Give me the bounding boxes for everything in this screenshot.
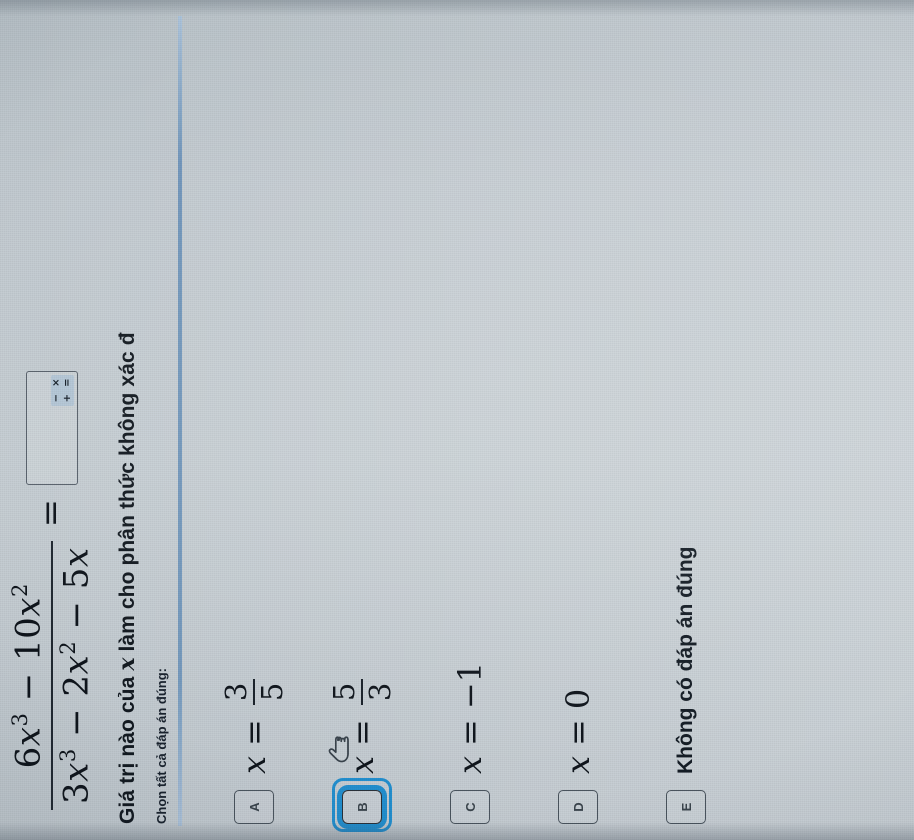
den-operator-2: −	[56, 600, 97, 630]
option-a-fraction: 3 5	[218, 678, 290, 706]
option-d-lhs: x	[559, 755, 598, 774]
option-b-lhs: x	[343, 755, 382, 774]
option-a-numerator: 3	[218, 682, 253, 702]
quiz-screen: 6x3 − 10x2 3x3 − 2x2 − 5x = − × + = Giá …	[0, 0, 914, 840]
option-a-denominator: 5	[255, 682, 290, 702]
den-exp-1: 3	[55, 748, 81, 763]
keypad-times-glyph: ×	[50, 378, 62, 387]
option-b-fraction: 5 3	[326, 678, 398, 706]
fraction-bar	[51, 541, 54, 810]
option-b-denominator: 3	[363, 682, 398, 702]
option-row-a[interactable]: A x = 3 5	[200, 16, 308, 826]
den-operator-1: −	[56, 707, 97, 737]
num-operator: −	[8, 672, 49, 702]
den-exp-2: 2	[55, 640, 81, 655]
num-coef-2: 10	[8, 616, 49, 661]
den-coef-3: 5	[56, 567, 97, 590]
option-content-a: x = 3 5	[218, 678, 290, 774]
option-d-equals: =	[559, 719, 598, 746]
instruction-text: Chọn tất cả đáp án đúng:	[154, 668, 170, 824]
prompt-text-after: làm cho phân thức không xác đ	[116, 332, 140, 658]
prompt-text-before: Giá trị nào của	[116, 670, 140, 824]
page-content: 6x3 − 10x2 3x3 − 2x2 − 5x = − × + = Giá …	[0, 0, 914, 840]
question-prompt: Giá trị nào của x làm cho phân thức khôn…	[114, 16, 140, 824]
answer-options-list: A x = 3 5 B x = 5 3 C x = −1 D x = 0 E K…	[200, 16, 740, 826]
option-letter-b[interactable]: B	[342, 790, 383, 824]
keypad-plus-glyph: +	[62, 393, 74, 403]
den-coef-1: 3	[56, 781, 97, 804]
option-content-e: Không có đáp án đúng	[674, 546, 698, 774]
num-var-1: x	[8, 726, 49, 747]
option-letter-c[interactable]: C	[450, 790, 491, 824]
option-row-e[interactable]: E Không có đáp án đúng	[632, 16, 740, 826]
expression-numerator: 6x3 − 10x2	[7, 577, 49, 774]
den-var-1: x	[56, 762, 97, 782]
option-content-c: x = −1	[451, 662, 489, 774]
rational-expression: 6x3 − 10x2 3x3 − 2x2 − 5x	[7, 541, 97, 810]
option-letter-e[interactable]: E	[666, 790, 707, 824]
den-var-3: x	[56, 547, 97, 568]
expression-denominator: 3x3 − 2x2 − 5x	[55, 541, 97, 810]
photographed-screen: 6x3 − 10x2 3x3 − 2x2 − 5x = − × + = Giá …	[0, 0, 914, 840]
option-content-b: x = 5 3	[326, 678, 398, 774]
num-coef-1: 6	[8, 746, 49, 769]
section-divider	[178, 16, 183, 826]
num-exp-2: 2	[7, 583, 32, 598]
option-c-rhs: −1	[451, 661, 490, 710]
den-coef-2: 2	[56, 674, 97, 697]
option-c-lhs: x	[451, 755, 490, 774]
equation-row: 6x3 − 10x2 3x3 − 2x2 − 5x = − × + =	[7, 16, 97, 826]
num-var-2: x	[8, 597, 49, 617]
option-letter-a[interactable]: A	[234, 790, 275, 824]
equals-sign: =	[31, 498, 72, 528]
option-row-d[interactable]: D x = 0	[524, 16, 632, 826]
option-content-d: x = 0	[559, 689, 597, 774]
option-b-equals: =	[343, 719, 382, 746]
option-b-numerator: 5	[326, 682, 361, 702]
option-row-b[interactable]: B x = 5 3	[308, 16, 416, 826]
option-a-lhs: x	[235, 755, 274, 774]
option-c-equals: =	[451, 719, 490, 746]
keypad-minus-glyph: −	[50, 393, 62, 403]
option-a-equals: =	[235, 719, 274, 746]
prompt-variable: x	[114, 657, 141, 671]
answer-input[interactable]: − × + =	[26, 370, 79, 485]
option-row-c[interactable]: C x = −1	[416, 16, 524, 826]
den-var-2: x	[56, 654, 97, 675]
option-d-rhs: 0	[559, 688, 598, 710]
keypad-equals-glyph: =	[62, 378, 74, 387]
math-keypad-icon[interactable]: − × + =	[50, 374, 75, 406]
num-exp-1: 3	[7, 712, 32, 727]
option-letter-d[interactable]: D	[558, 790, 599, 824]
